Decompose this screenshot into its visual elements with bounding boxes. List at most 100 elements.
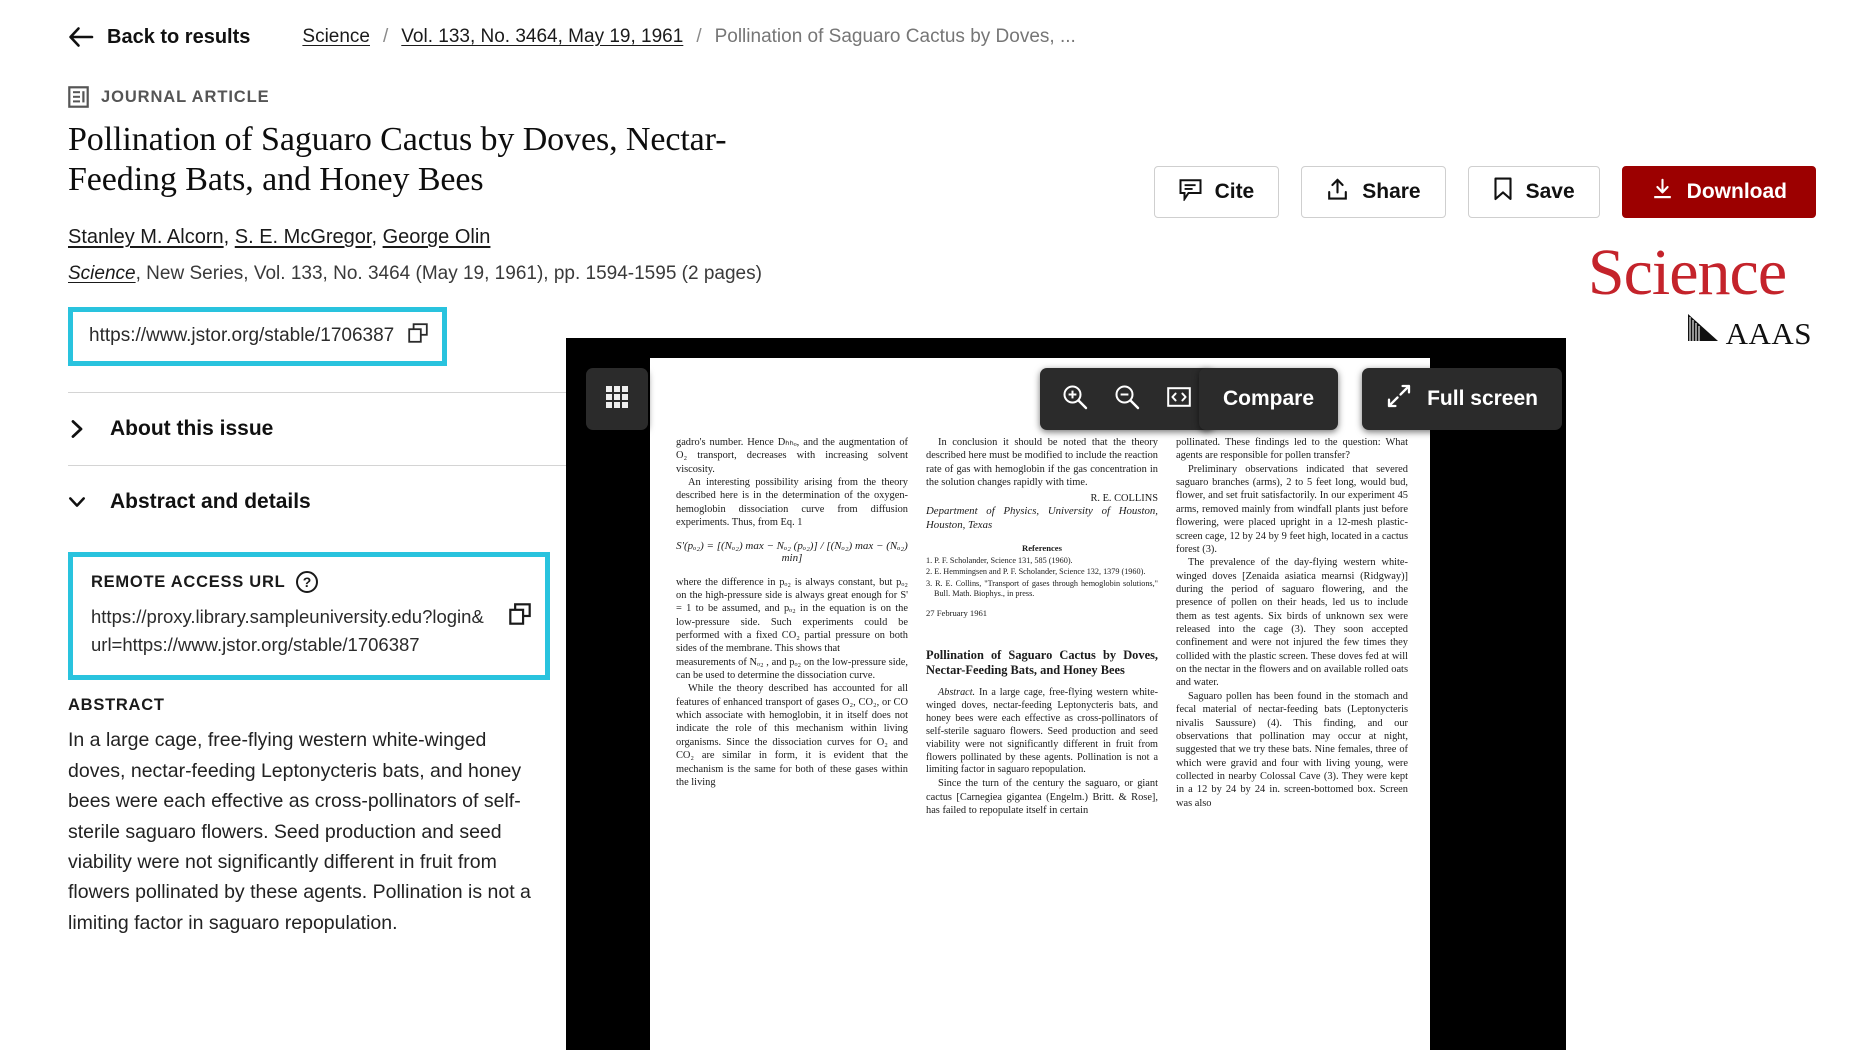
stable-url-text[interactable]: https://www.jstor.org/stable/1706387 xyxy=(89,325,394,347)
scan-paragraph: measurements of Nₒ₂ , and pₒ₂ on the low… xyxy=(676,656,908,682)
breadcrumb-separator: / xyxy=(696,26,702,47)
scan-paragraph: While the theory described has accounted… xyxy=(676,683,908,788)
remote-access-section: REMOTE ACCESS URL ? https://proxy.librar… xyxy=(73,557,545,675)
highlight-box: REMOTE ACCESS URL ? https://proxy.librar… xyxy=(68,552,550,681)
citation-line: Science, New Series, Vol. 133, No. 3464 … xyxy=(68,263,788,285)
scan-affiliation: Department of Physics, University of Hou… xyxy=(926,505,1158,532)
accordion-label: Abstract and details xyxy=(110,490,311,514)
scanned-page-image[interactable]: gadro's number. Hence Dₕₕₒ, and the augm… xyxy=(650,358,1430,1050)
copy-icon[interactable] xyxy=(408,323,428,349)
scan-references-heading: References xyxy=(1022,542,1062,553)
breadcrumb-item-science[interactable]: Science xyxy=(302,26,370,48)
breadcrumb: Science / Vol. 133, No. 3464, May 19, 19… xyxy=(302,26,1075,48)
author-separator: , xyxy=(371,226,383,249)
content-type-label: JOURNAL ARTICLE xyxy=(101,87,270,106)
download-button[interactable]: Download xyxy=(1621,166,1816,218)
scan-paragraph: Saguaro pollen has been found in the sto… xyxy=(1176,690,1408,809)
copy-icon[interactable] xyxy=(509,603,531,630)
author-link[interactable]: S. E. McGregor xyxy=(235,226,372,248)
scan-abstract: Abstract. In a large cage, free-flying w… xyxy=(926,687,1158,778)
quote-bubble-icon xyxy=(1179,178,1202,207)
scan-paragraph: The prevalence of the day-flying western… xyxy=(1176,557,1408,689)
author-link[interactable]: Stanley M. Alcorn xyxy=(68,226,224,248)
remote-access-url[interactable]: https://proxy.library.sampleuniversity.e… xyxy=(91,603,491,659)
author-separator: , xyxy=(223,226,235,249)
document-icon xyxy=(68,86,89,108)
download-icon xyxy=(1651,178,1674,207)
breadcrumb-item-current: Pollination of Saguaro Cactus by Doves, … xyxy=(714,26,1076,47)
article-action-buttons: Cite Share Save Download xyxy=(1153,166,1816,218)
scan-byline: R. E. COLLINS xyxy=(1090,493,1158,505)
arrow-left-icon xyxy=(68,26,94,48)
back-to-results-button[interactable]: Back to results xyxy=(68,26,250,49)
download-label: Download xyxy=(1686,180,1787,203)
scan-paragraph: gadro's number. Hence Dₕₕₒ, and the augm… xyxy=(676,437,908,475)
scan-paragraph: Preliminary observations indicated that … xyxy=(1176,463,1408,555)
remote-access-url-row: https://proxy.library.sampleuniversity.e… xyxy=(91,603,531,659)
fullscreen-button[interactable]: Full screen xyxy=(1362,368,1562,430)
fit-width-icon xyxy=(1166,384,1192,415)
scan-reference-item: 3. R. E. Collins, "Transport of gases th… xyxy=(926,578,1158,599)
highlight-box: https://www.jstor.org/stable/1706387 xyxy=(68,307,448,367)
aaas-triangle-icon xyxy=(1686,312,1720,348)
accordion-about-this-issue[interactable]: About this issue xyxy=(68,393,628,465)
accordion-label: About this issue xyxy=(110,417,274,441)
scan-paragraph: Since the turn of the century the saguar… xyxy=(926,778,1158,817)
scan-paragraph: pollinated. These findings led to the qu… xyxy=(1176,437,1408,462)
chevron-down-icon xyxy=(68,495,86,509)
remote-access-highlight: REMOTE ACCESS URL ? https://proxy.librar… xyxy=(68,552,628,681)
article-details-panel: JOURNAL ARTICLE Pollination of Saguaro C… xyxy=(68,86,956,938)
thumbnail-grid-button[interactable] xyxy=(586,368,648,430)
stable-url-row: https://www.jstor.org/stable/1706387 xyxy=(73,312,442,361)
scan-column-2: In conclusion it should be noted that th… xyxy=(926,436,1158,818)
author-link[interactable]: George Olin xyxy=(383,226,491,248)
author-list: Stanley M. Alcorn, S. E. McGregor, Georg… xyxy=(68,226,628,249)
save-label: Save xyxy=(1525,180,1575,203)
zoom-controls-group xyxy=(1040,368,1214,430)
scan-date: 27 February 1961 xyxy=(926,607,988,618)
back-to-results-label: Back to results xyxy=(107,25,251,48)
scan-reference-item: 2. E. Hemmingsen and P. F. Scholander, S… xyxy=(926,567,1146,576)
grid-thumbnails-icon xyxy=(604,384,630,415)
scan-column-1: gadro's number. Hence Dₕₕₒ, and the augm… xyxy=(676,436,908,818)
scan-abstract-lead: Abstract. xyxy=(938,686,976,698)
save-button[interactable]: Save xyxy=(1467,166,1600,218)
science-aaas-logo: Science AAAS xyxy=(1562,236,1812,351)
abstract-heading: ABSTRACT xyxy=(68,696,165,715)
abstract-text: In a large cage, free-flying western whi… xyxy=(68,729,531,934)
breadcrumb-item-issue[interactable]: Vol. 133, No. 3464, May 19, 1961 xyxy=(401,26,683,48)
document-viewer[interactable]: gadro's number. Hence Dₕₕₒ, and the augm… xyxy=(566,338,1566,1050)
science-wordmark: Science xyxy=(1587,236,1787,309)
scan-references-list: 1. P. F. Scholander, Science 131, 585 (1… xyxy=(926,556,1158,600)
content-type-kicker: JOURNAL ARTICLE xyxy=(68,86,628,108)
fit-width-button[interactable] xyxy=(1156,376,1202,422)
scanned-page-columns: gadro's number. Hence Dₕₕₒ, and the augm… xyxy=(676,436,1408,818)
remote-access-heading: REMOTE ACCESS URL xyxy=(91,572,286,591)
zoom-in-button[interactable] xyxy=(1052,376,1098,422)
accordion-abstract-and-details[interactable]: Abstract and details xyxy=(68,466,628,538)
share-button[interactable]: Share xyxy=(1301,166,1446,218)
chevron-right-icon xyxy=(68,419,86,439)
expand-arrows-icon xyxy=(1386,383,1412,415)
scan-abstract-body: In a large cage, free-flying western whi… xyxy=(926,686,1159,776)
scan-column-3: pollinated. These findings led to the qu… xyxy=(1176,436,1408,818)
share-upload-icon xyxy=(1326,178,1349,207)
zoom-out-button[interactable] xyxy=(1104,376,1150,422)
journal-link[interactable]: Science xyxy=(68,263,136,284)
page-title: Pollination of Saguaro Cactus by Doves, … xyxy=(68,121,727,199)
compare-label: Compare xyxy=(1222,387,1314,410)
share-label: Share xyxy=(1362,180,1421,203)
aaas-wordmark: AAAS xyxy=(1725,315,1812,351)
bookmark-icon xyxy=(1493,177,1513,207)
fullscreen-label: Full screen xyxy=(1427,387,1538,410)
compare-button[interactable]: Compare xyxy=(1198,368,1338,430)
scan-paragraph: An interesting possibility arising from … xyxy=(676,477,908,529)
top-navigation-bar: Back to results Science / Vol. 133, No. … xyxy=(0,0,1876,56)
cite-button[interactable]: Cite xyxy=(1153,166,1280,218)
scan-paragraph: where the difference in pₒ₂ is always co… xyxy=(676,576,908,655)
question-circle-icon[interactable]: ? xyxy=(296,571,319,594)
zoom-in-icon xyxy=(1062,384,1088,415)
zoom-out-icon xyxy=(1114,384,1140,415)
scan-reference-item: 1. P. F. Scholander, Science 131, 585 (1… xyxy=(926,555,1073,565)
remote-access-heading-row: REMOTE ACCESS URL ? xyxy=(91,571,531,594)
